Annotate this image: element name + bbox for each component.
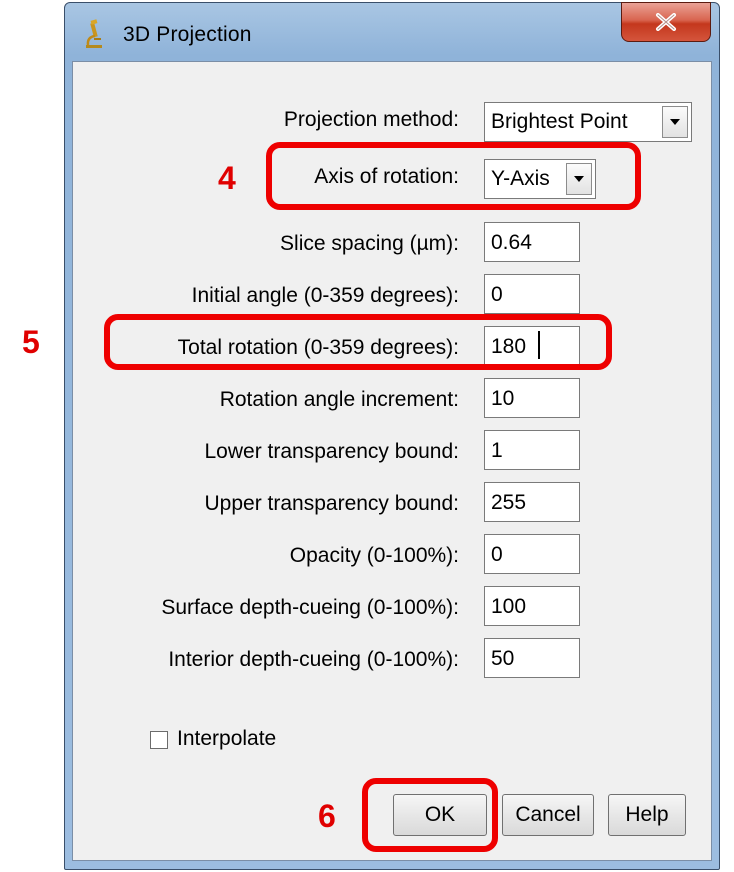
annotation-step-4: 4: [218, 160, 236, 196]
microscope-icon: [83, 19, 105, 49]
initial-angle-input[interactable]: [484, 274, 580, 314]
annotation-box-total-rotation: [104, 314, 612, 370]
projection-method-label: Projection method:: [283, 108, 459, 131]
annotation-step-6: 6: [318, 798, 336, 834]
annotation-box-ok: [362, 778, 498, 852]
rotation-increment-label: Rotation angle increment:: [219, 388, 459, 411]
surface-depth-cueing-input[interactable]: [484, 586, 580, 626]
interpolate-label: Interpolate: [177, 727, 277, 750]
help-button[interactable]: Help: [608, 794, 686, 836]
cancel-button[interactable]: Cancel: [502, 794, 594, 836]
slice-spacing-label: Slice spacing (µm):: [280, 232, 459, 255]
opacity-label: Opacity (0-100%):: [289, 544, 459, 567]
window-title: 3D Projection: [123, 23, 252, 46]
projection-method-select[interactable]: Brightest Point: [484, 102, 692, 142]
interpolate-checkbox[interactable]: [150, 731, 168, 749]
surface-depth-cueing-label: Surface depth-cueing (0-100%):: [161, 596, 459, 619]
initial-angle-label: Initial angle (0-359 degrees):: [191, 284, 459, 307]
projection-method-value: Brightest Point: [491, 110, 628, 133]
annotation-step-5: 5: [22, 324, 40, 360]
close-icon: [655, 13, 677, 31]
upper-transparency-label: Upper transparency bound:: [204, 492, 460, 515]
title-bar[interactable]: 3D Projection: [65, 2, 719, 63]
rotation-increment-input[interactable]: [484, 378, 580, 418]
upper-transparency-input[interactable]: [484, 482, 580, 522]
close-button[interactable]: [621, 2, 711, 42]
interior-depth-cueing-input[interactable]: [484, 638, 580, 678]
slice-spacing-input[interactable]: [484, 222, 580, 262]
annotation-box-axis-of-rotation: [266, 142, 641, 210]
screenshot-page: 3D Projection Projection method: Brighte…: [0, 0, 734, 872]
dialog-window: 3D Projection Projection method: Brighte…: [64, 2, 720, 870]
interior-depth-cueing-label: Interior depth-cueing (0-100%):: [168, 648, 459, 671]
lower-transparency-label: Lower transparency bound:: [204, 440, 460, 463]
chevron-down-icon[interactable]: [662, 106, 688, 138]
lower-transparency-input[interactable]: [484, 430, 580, 470]
opacity-input[interactable]: [484, 534, 580, 574]
